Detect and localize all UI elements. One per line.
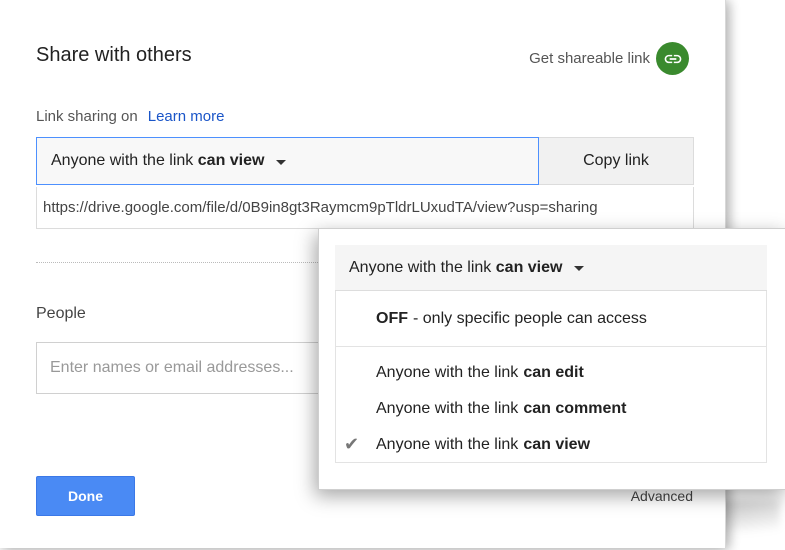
copy-link-button[interactable]: Copy link (539, 137, 694, 185)
dropdown-header-level: can view (495, 258, 563, 276)
access-row: Anyone with the link can view Copy link (36, 137, 694, 187)
dropdown-header-prefix: Anyone with the link (349, 258, 492, 276)
link-icon[interactable] (656, 42, 689, 75)
option-off[interactable]: OFF - only specific people can access (336, 303, 766, 335)
option-can-edit[interactable]: Anyone with the link can edit (336, 357, 766, 389)
advanced-link[interactable]: Advanced (631, 488, 693, 504)
option-prefix: Anyone with the link (376, 400, 519, 417)
option-prefix: Anyone with the link (376, 364, 519, 381)
stage: Share with others Get shareable link Lin… (0, 0, 785, 550)
access-level: can view (197, 152, 265, 169)
people-label: People (36, 305, 86, 322)
dropdown-options: OFF - only specific people can access An… (335, 291, 767, 463)
learn-more-link[interactable]: Learn more (148, 108, 225, 125)
get-shareable-link[interactable]: Get shareable link (529, 42, 689, 75)
get-shareable-link-label: Get shareable link (529, 50, 650, 67)
share-url-field[interactable]: https://drive.google.com/file/d/0B9in8gt… (36, 187, 694, 229)
link-sharing-status: Link sharing on Learn more (36, 108, 224, 125)
option-level: can edit (523, 364, 584, 381)
done-button[interactable]: Done (36, 476, 135, 516)
option-divider (336, 346, 766, 347)
check-icon: ✔ (344, 434, 360, 454)
option-level: can comment (523, 400, 627, 417)
dropdown-caret-icon (574, 266, 585, 271)
dropdown-caret-icon (276, 159, 287, 165)
dropdown-header[interactable]: Anyone with the link can view (335, 245, 767, 291)
option-can-comment[interactable]: Anyone with the link can comment (336, 393, 766, 425)
option-level: can view (523, 436, 591, 453)
option-prefix: Anyone with the link (376, 436, 519, 453)
access-level-select[interactable]: Anyone with the link can view (36, 137, 539, 185)
option-off-text: - only specific people can access (413, 310, 647, 327)
access-dropdown-menu: Anyone with the link can view OFF - only… (318, 228, 785, 490)
link-sharing-label: Link sharing on (36, 108, 138, 125)
option-can-view[interactable]: ✔ Anyone with the link can view (336, 429, 766, 461)
option-off-bold: OFF (376, 310, 408, 327)
access-prefix: Anyone with the link (51, 152, 194, 169)
dialog-title: Share with others (36, 44, 192, 66)
